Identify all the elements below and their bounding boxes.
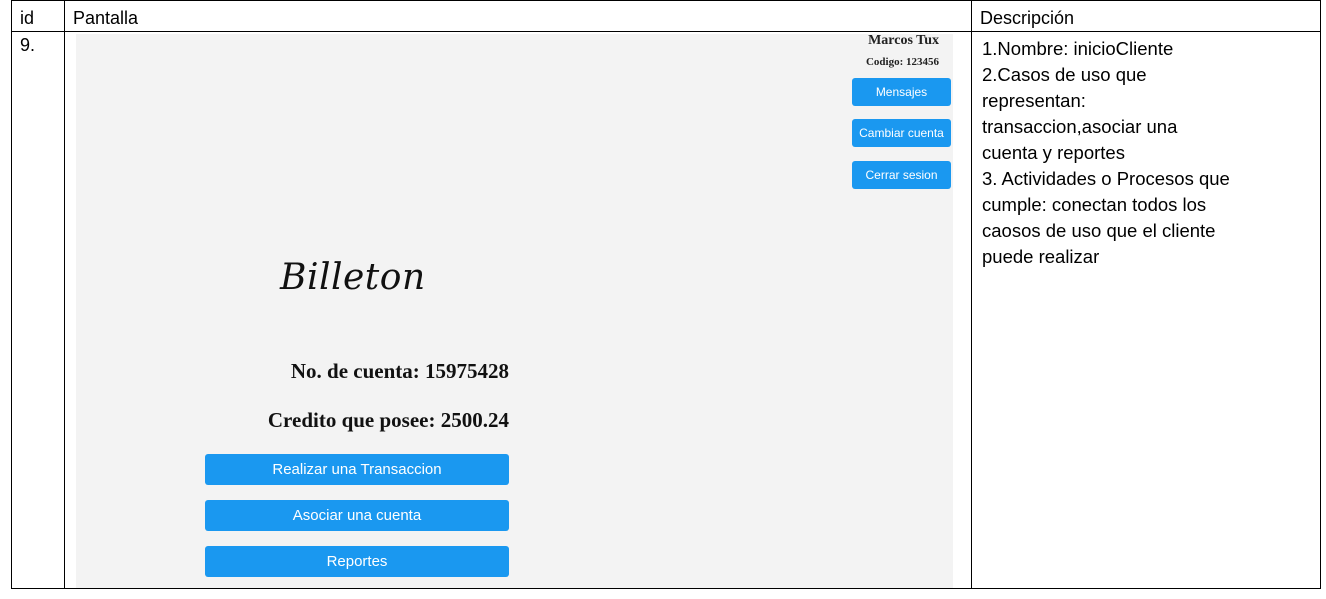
row-id: 9. [20, 35, 36, 55]
documentation-table: id Pantalla Descripción 9. Marcos Tux Co… [11, 0, 1321, 589]
screen-cell: Marcos Tux Codigo: 123456 Mensajes Cambi… [64, 31, 972, 589]
description-cell: 1.Nombre: inicioCliente 2.Casos de uso q… [971, 31, 1321, 589]
header-description: Descripción [980, 8, 1075, 28]
description-line: 2.Casos de uso que [982, 64, 1147, 85]
description-line: puede realizar [982, 246, 1100, 267]
description-line: 1.Nombre: inicioCliente [982, 38, 1174, 59]
billeton-logo: Billeton [280, 257, 426, 298]
description-line: representan: [982, 90, 1086, 111]
associate-account-button[interactable]: Asociar una cuenta [205, 500, 509, 531]
description-line: caosos de uso que el cliente [982, 220, 1216, 241]
description-line: cumple: conectan todos los [982, 194, 1207, 215]
description-line: transaccion,asociar una [982, 116, 1178, 137]
description-line: cuenta y reportes [982, 142, 1125, 163]
header-screen: Pantalla [73, 8, 139, 28]
user-name: Marcos Tux [868, 34, 939, 48]
table-header-row: id Pantalla Descripción [11, 0, 1321, 32]
header-id: id [20, 8, 35, 28]
header-screen-cell: Pantalla [64, 0, 972, 32]
user-code: Codigo: 123456 [865, 56, 939, 68]
description-line: 3. Actividades o Procesos que [982, 168, 1230, 189]
client-home-screenshot: Marcos Tux Codigo: 123456 Mensajes Cambi… [76, 34, 953, 588]
account-number: No. de cuenta: 15975428 [290, 359, 509, 383]
reports-button[interactable]: Reportes [205, 546, 509, 577]
make-transaction-button[interactable]: Realizar una Transaccion [205, 454, 509, 485]
messages-button[interactable]: Mensajes [852, 78, 951, 106]
change-account-button[interactable]: Cambiar cuenta [852, 119, 951, 147]
table-row: 9. Marcos Tux Codigo: 123456 Mensajes Ca… [11, 31, 1321, 589]
description-text: 1.Nombre: inicioCliente 2.Casos de uso q… [972, 32, 1320, 270]
row-id-cell: 9. [11, 31, 65, 589]
header-id-cell: id [11, 0, 65, 32]
header-description-cell: Descripción [971, 0, 1321, 32]
logout-button[interactable]: Cerrar sesion [852, 161, 951, 189]
credit-balance: Credito que posee: 2500.24 [267, 408, 509, 432]
